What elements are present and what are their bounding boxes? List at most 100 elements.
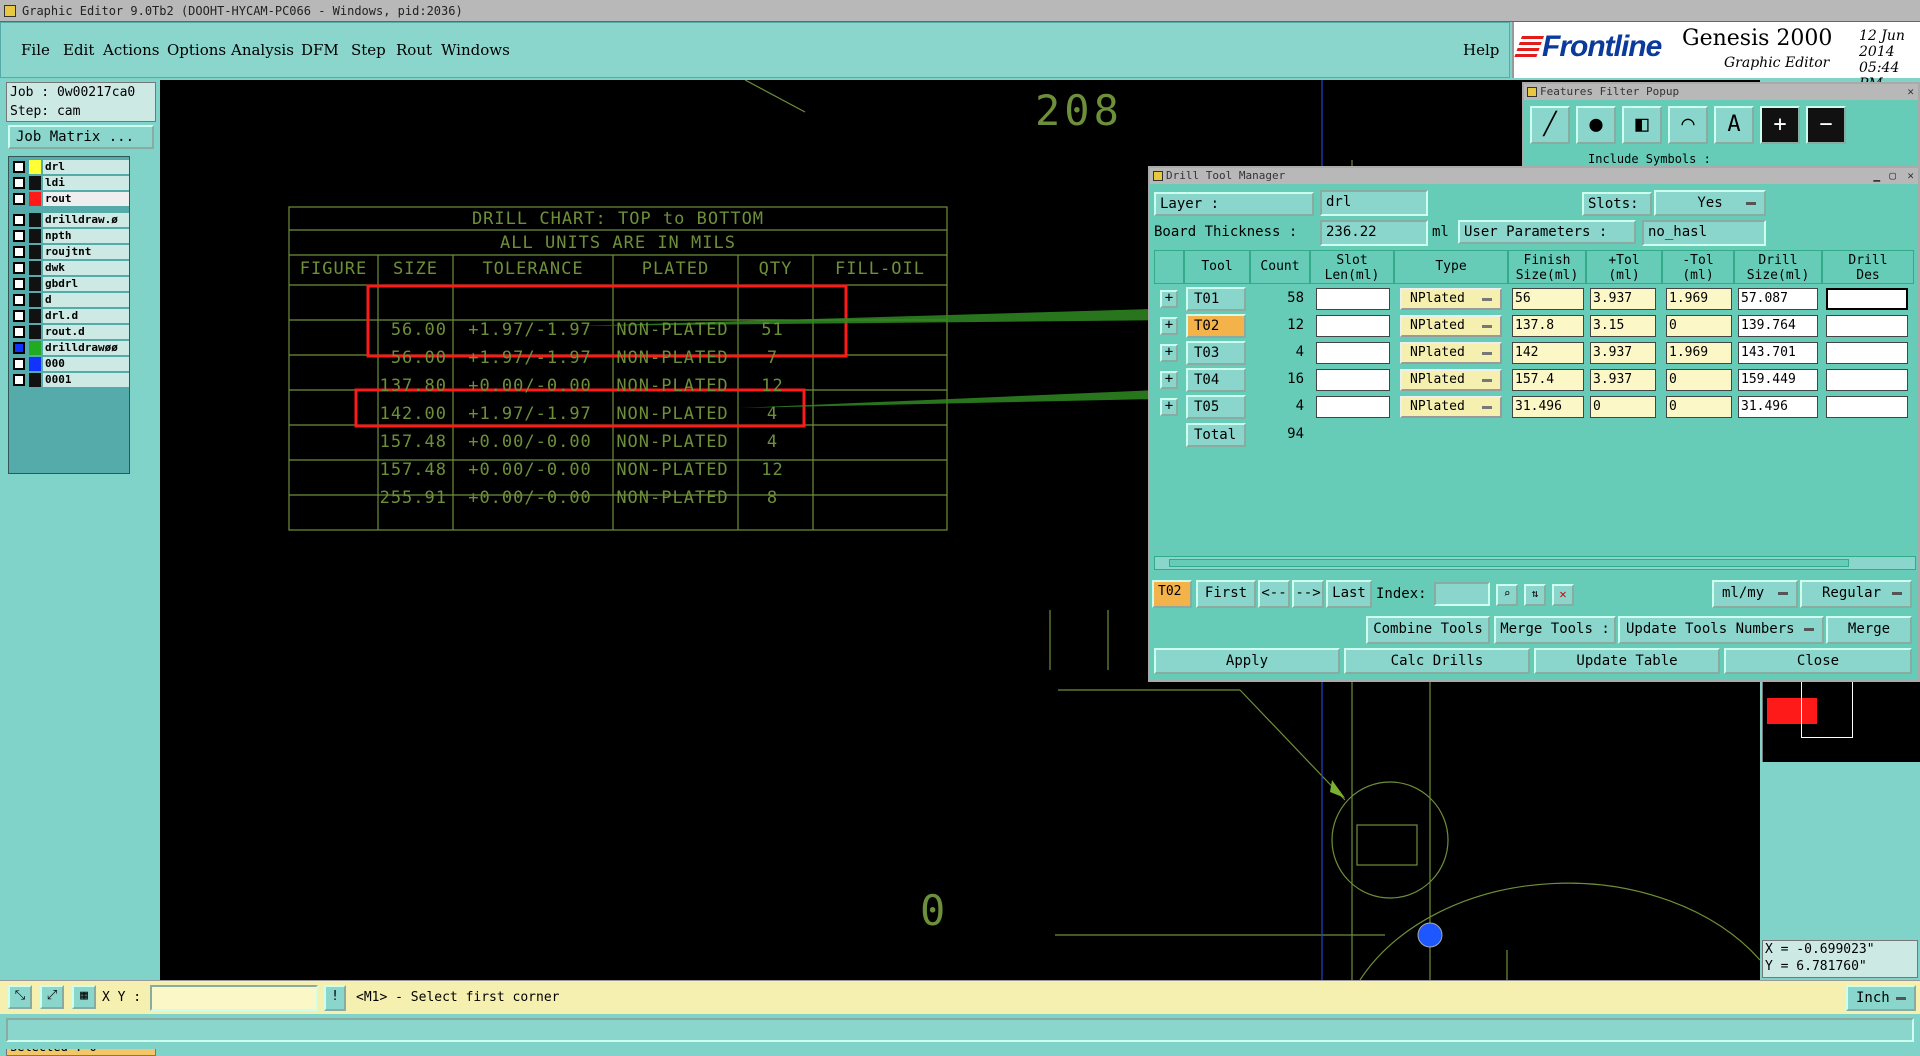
board-thickness-field[interactable]: 236.22 — [1320, 220, 1428, 246]
finish-input[interactable]: 157.4 — [1512, 369, 1584, 391]
slot-len-input[interactable] — [1316, 288, 1390, 310]
layer-row[interactable]: roujtnt — [11, 245, 129, 259]
ptol-input[interactable]: 0 — [1590, 396, 1656, 418]
drill-des-input[interactable] — [1826, 369, 1908, 391]
layer-checkbox[interactable] — [13, 262, 25, 274]
user-parameters-field[interactable]: no_hasl — [1642, 220, 1766, 246]
type-dropdown[interactable]: NPlated — [1400, 396, 1502, 418]
menu-options[interactable]: Options — [167, 41, 226, 59]
finish-input[interactable]: 56 — [1512, 288, 1584, 310]
table-scrollbar[interactable] — [1154, 556, 1916, 570]
units-dropdown[interactable]: ml/my — [1712, 580, 1798, 608]
expand-icon[interactable]: + — [1160, 290, 1178, 308]
layer-row[interactable]: d — [11, 293, 129, 307]
xy-input[interactable] — [150, 985, 318, 1011]
layer-row[interactable]: dwk — [11, 261, 129, 275]
layer-row[interactable]: 000 — [11, 357, 129, 371]
layer-checkbox[interactable] — [13, 161, 25, 173]
grid-icon[interactable]: ▦ — [72, 985, 96, 1009]
layer-checkbox[interactable] — [13, 177, 25, 189]
mode-dropdown[interactable]: Regular — [1800, 580, 1912, 608]
layer-checkbox[interactable] — [13, 310, 25, 322]
drill-des-input[interactable] — [1826, 315, 1908, 337]
sort-icon[interactable]: ⇅ — [1524, 584, 1546, 606]
search-icon[interactable]: ⌕ — [1496, 584, 1518, 606]
close-icon[interactable]: ✕ — [1907, 84, 1914, 100]
index-field[interactable] — [1434, 582, 1490, 606]
tool-button[interactable]: T04 — [1186, 368, 1246, 392]
menu-edit[interactable]: Edit — [63, 41, 94, 59]
drill-des-input[interactable] — [1826, 288, 1908, 310]
ptol-input[interactable]: 3.937 — [1590, 342, 1656, 364]
layer-row[interactable]: ldi — [11, 176, 129, 190]
drill-des-input[interactable] — [1826, 396, 1908, 418]
layer-checkbox[interactable] — [13, 358, 25, 370]
layer-checkbox[interactable] — [13, 193, 25, 205]
type-dropdown[interactable]: NPlated — [1400, 342, 1502, 364]
first-button[interactable]: First — [1196, 580, 1256, 608]
layer-checkbox[interactable] — [13, 374, 25, 386]
surface-tool-icon[interactable]: ◧ — [1622, 106, 1662, 144]
apply-button[interactable]: Apply — [1154, 648, 1340, 674]
drill-input[interactable]: 143.701 — [1738, 342, 1818, 364]
drill-des-input[interactable] — [1826, 342, 1908, 364]
drill-input[interactable]: 139.764 — [1738, 315, 1818, 337]
delete-icon[interactable]: ✕ — [1552, 584, 1574, 606]
prev-button[interactable]: <-- — [1258, 580, 1290, 608]
slot-len-input[interactable] — [1316, 315, 1390, 337]
layer-row[interactable]: drl — [11, 160, 129, 174]
drill-input[interactable]: 57.087 — [1738, 288, 1818, 310]
calc-drills-button[interactable]: Calc Drills — [1344, 648, 1530, 674]
maximize-icon[interactable]: ▢ — [1889, 168, 1896, 184]
close-icon[interactable]: ✕ — [1907, 168, 1914, 184]
pad-tool-icon[interactable]: ● — [1576, 106, 1616, 144]
menu-windows[interactable]: Windows — [441, 41, 510, 59]
layer-row[interactable]: drl.d — [11, 309, 129, 323]
type-dropdown[interactable]: NPlated — [1400, 288, 1502, 310]
menu-actions[interactable]: Actions — [103, 41, 159, 59]
finish-input[interactable]: 142 — [1512, 342, 1584, 364]
expand-icon[interactable]: + — [1160, 317, 1178, 335]
negative-polarity-icon[interactable]: − — [1806, 106, 1846, 144]
job-matrix-button[interactable]: Job Matrix ... — [8, 125, 154, 149]
ntol-input[interactable]: 1.969 — [1666, 342, 1732, 364]
zoom-window-icon[interactable]: ⤡ — [8, 985, 32, 1009]
ptol-input[interactable]: 3.15 — [1590, 315, 1656, 337]
close-button[interactable]: Close — [1724, 648, 1912, 674]
drill-input[interactable]: 31.496 — [1738, 396, 1818, 418]
type-dropdown[interactable]: NPlated — [1400, 315, 1502, 337]
update-table-button[interactable]: Update Table — [1534, 648, 1720, 674]
ntol-input[interactable]: 0 — [1666, 369, 1732, 391]
arc-tool-icon[interactable]: ◠ — [1668, 106, 1708, 144]
merge-button[interactable]: Merge — [1826, 616, 1912, 644]
dtm-menu-icon[interactable] — [1153, 171, 1163, 181]
layer-row[interactable]: rout — [11, 192, 129, 206]
finish-input[interactable]: 137.8 — [1512, 315, 1584, 337]
menu-file[interactable]: File — [21, 41, 50, 59]
tool-button[interactable]: T05 — [1186, 395, 1246, 419]
layer-row[interactable]: gbdrl — [11, 277, 129, 291]
ptol-input[interactable]: 3.937 — [1590, 369, 1656, 391]
layer-field[interactable]: drl — [1320, 190, 1428, 216]
last-button[interactable]: Last — [1326, 580, 1372, 608]
layer-row[interactable]: npth — [11, 229, 129, 243]
combine-tools-button[interactable]: Combine Tools — [1366, 616, 1490, 644]
slots-dropdown[interactable]: Yes — [1654, 190, 1766, 216]
measure-icon[interactable]: ⤢ — [40, 985, 64, 1009]
ntol-input[interactable]: 1.969 — [1666, 288, 1732, 310]
menu-rout[interactable]: Rout — [396, 41, 432, 59]
layer-checkbox[interactable] — [13, 342, 25, 354]
menu-step[interactable]: Step — [351, 41, 386, 59]
text-tool-icon[interactable]: A — [1714, 106, 1754, 144]
expand-icon[interactable]: + — [1160, 371, 1178, 389]
layer-row[interactable]: rout.d — [11, 325, 129, 339]
layer-checkbox[interactable] — [13, 294, 25, 306]
menu-dfm[interactable]: DFM — [301, 41, 339, 59]
expand-icon[interactable]: + — [1160, 398, 1178, 416]
positive-polarity-icon[interactable]: + — [1760, 106, 1800, 144]
type-dropdown[interactable]: NPlated — [1400, 369, 1502, 391]
next-button[interactable]: --> — [1292, 580, 1324, 608]
slot-len-input[interactable] — [1316, 396, 1390, 418]
layer-row[interactable]: drilldraw.ø — [11, 213, 129, 227]
alert-icon[interactable]: ! — [324, 985, 346, 1011]
